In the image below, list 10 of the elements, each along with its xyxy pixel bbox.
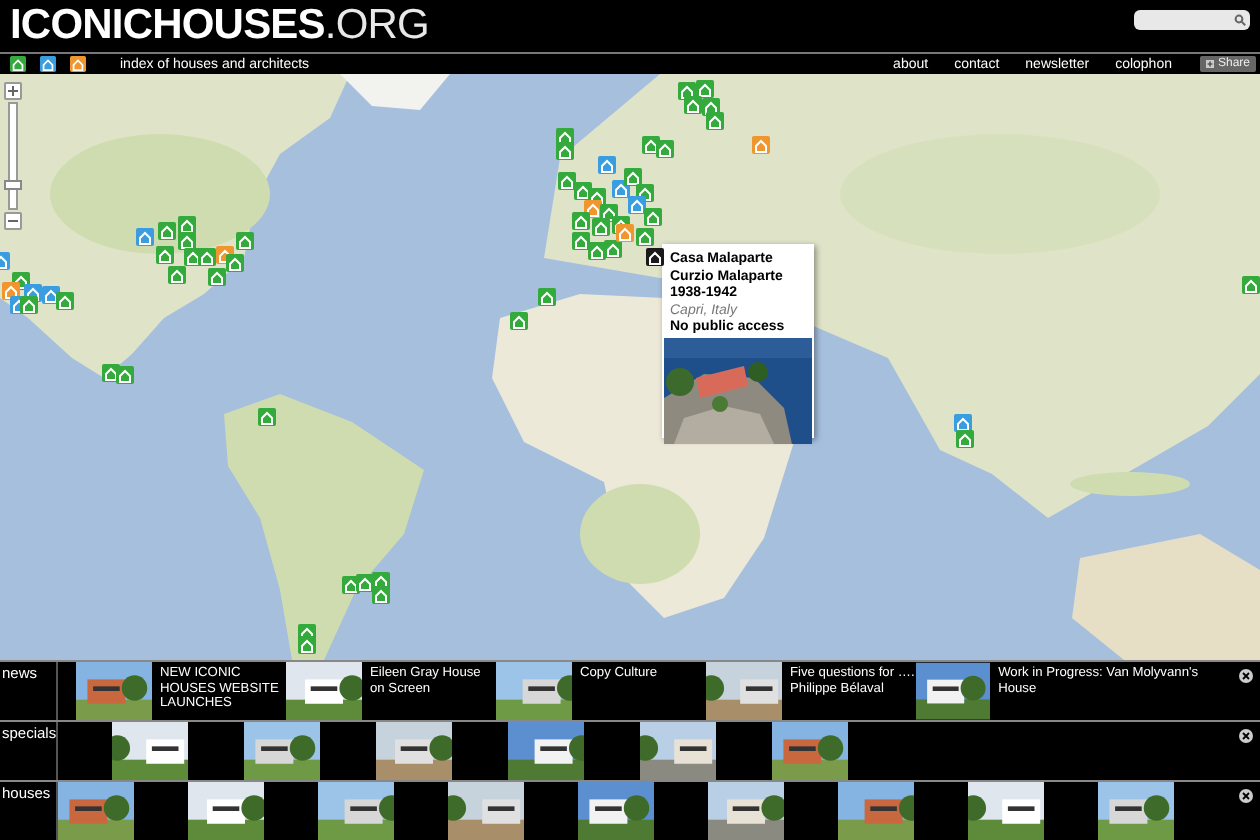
house-icon[interactable] (70, 56, 86, 72)
site-logo[interactable]: ICONICHOUSES.ORG (10, 0, 429, 52)
close-icon[interactable] (1238, 788, 1254, 804)
close-icon[interactable] (1238, 668, 1254, 684)
close-icon[interactable] (1238, 728, 1254, 744)
plus-icon (1205, 60, 1214, 68)
search-icon (1234, 14, 1246, 26)
search-field[interactable] (1134, 10, 1250, 30)
house-icon[interactable] (40, 56, 56, 72)
house-icon[interactable] (10, 56, 26, 72)
